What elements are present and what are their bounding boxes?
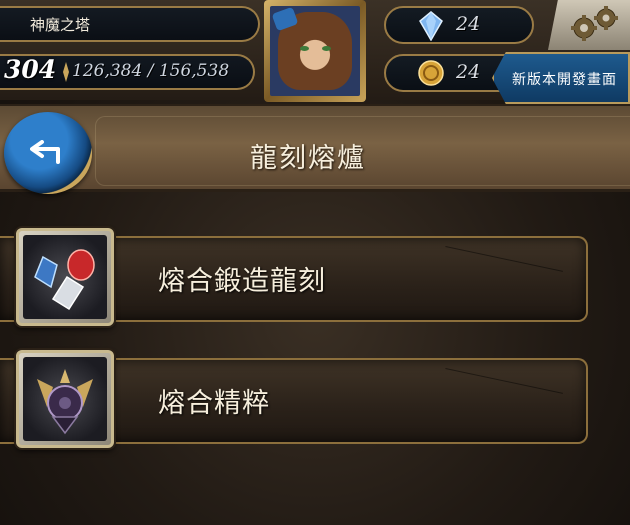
diamond-icon (419, 11, 443, 41)
page-title: 龍刻熔爐 (250, 143, 366, 174)
back-arrow-icon (30, 140, 60, 164)
back-button[interactable] (4, 112, 92, 194)
location-name: 神魔之塔 (30, 16, 91, 34)
gear-icon[interactable] (566, 6, 622, 42)
menu-item-forge-dragon-rune[interactable]: 熔合鍛造龍刻 (0, 228, 600, 332)
menu-item-icon-frame (16, 228, 114, 326)
diamond-count: 24 (456, 13, 481, 35)
new-version-button[interactable]: 新版本開發畫面 (492, 52, 630, 104)
gem-fusion-icon (34, 249, 95, 311)
coin-icon (418, 60, 444, 86)
menu-item-fuse-essence[interactable]: 熔合精粹 (0, 350, 600, 454)
coin-count: 24 (456, 61, 481, 83)
new-version-label: 新版本開發畫面 (512, 72, 617, 88)
player-avatar[interactable] (264, 0, 366, 102)
menu-item-label: 熔合精粹 (158, 388, 270, 419)
menu-item-label: 熔合鍛造龍刻 (158, 266, 326, 297)
experience-value: 126,384 / 156,538 (72, 61, 230, 81)
menu-item-icon-frame (16, 350, 114, 448)
avatar-portrait (270, 6, 360, 96)
location-plate: 神魔之塔 (0, 6, 260, 42)
player-level: 304 (4, 55, 57, 84)
essence-emblem-icon (37, 369, 93, 435)
xp-divider-icon (63, 62, 69, 82)
